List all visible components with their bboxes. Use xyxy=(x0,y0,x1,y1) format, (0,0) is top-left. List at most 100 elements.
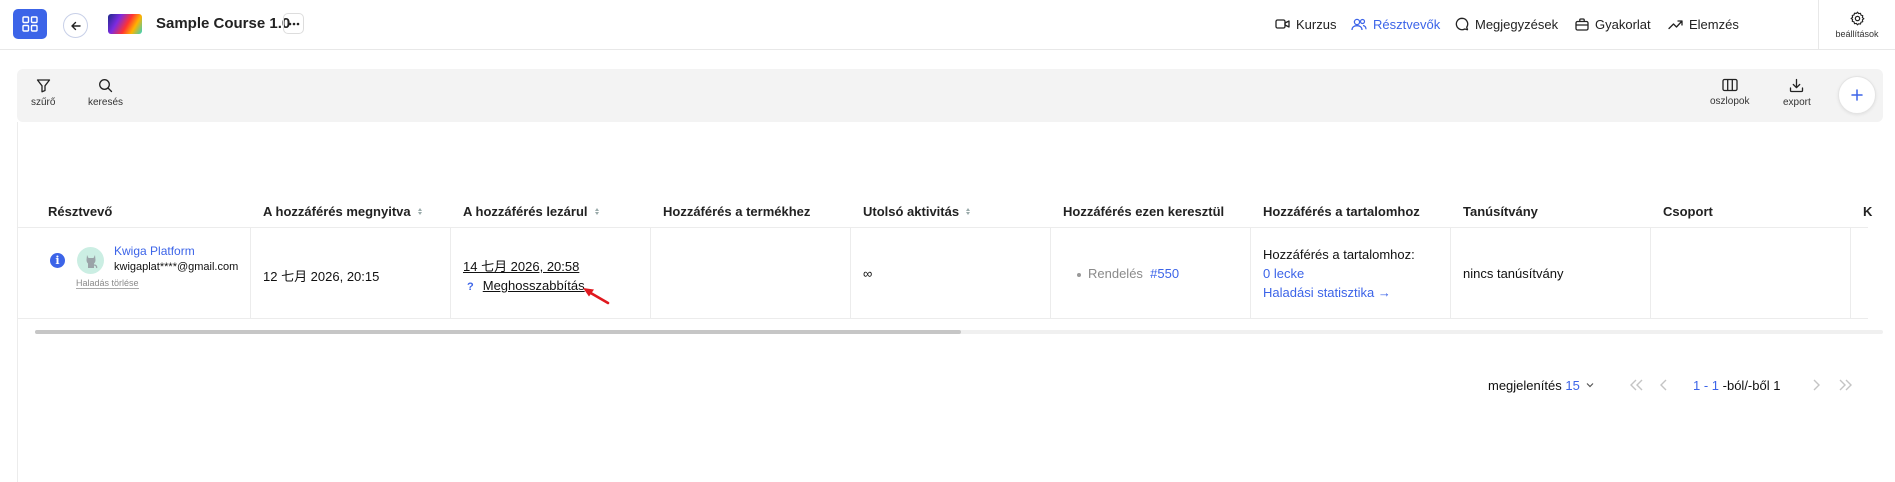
participants-panel: Résztvevő A hozzáférés megnyitva A hozzá… xyxy=(17,122,1895,482)
column-divider xyxy=(1850,228,1851,319)
column-divider xyxy=(850,228,851,319)
question-icon: ? xyxy=(467,281,474,293)
page-size-label: megjelenítés xyxy=(1488,377,1562,393)
column-divider xyxy=(1450,228,1451,319)
participant-name-link[interactable]: Kwiga Platform xyxy=(114,244,195,258)
content-access-heading: Hozzáférés a tartalomhoz: xyxy=(1263,247,1415,262)
course-thumbnail xyxy=(108,14,142,34)
col-opened[interactable]: A hozzáférés megnyitva xyxy=(263,194,422,228)
search-label: keresés xyxy=(88,97,124,108)
nav-elemzes[interactable]: Elemzés xyxy=(1668,0,1739,48)
access-closes-date[interactable]: 14 七月 2026, 20:58 xyxy=(463,256,579,275)
column-divider xyxy=(1050,228,1051,319)
col-group: Csoport xyxy=(1663,203,1713,219)
column-divider xyxy=(250,228,251,319)
column-divider xyxy=(650,228,651,319)
gear-icon xyxy=(1850,11,1864,25)
first-page-button[interactable] xyxy=(1628,375,1644,395)
col-product-access: Hozzáférés a termékhez xyxy=(663,203,811,219)
back-button[interactable] xyxy=(63,13,88,38)
table-header: Résztvevő A hozzáférés megnyitva A hozzá… xyxy=(18,194,1872,228)
col-last-activity[interactable]: Utolsó aktivitás xyxy=(863,194,971,228)
annotation-arrow-icon xyxy=(583,288,610,305)
filter-label: szűrő xyxy=(31,97,56,108)
nav-resztvevok[interactable]: Résztvevők xyxy=(1351,0,1440,48)
order-link[interactable]: #550 xyxy=(1150,266,1179,281)
nav-gyakorlat-label: Gyakorlat xyxy=(1595,16,1651,32)
grid-icon xyxy=(22,16,38,32)
col-truncated: K xyxy=(1863,203,1873,219)
access-opened-date: 12 七月 2026, 20:15 xyxy=(263,269,380,284)
settings-button[interactable]: beállítások xyxy=(1818,0,1895,49)
horizontal-scrollbar-thumb[interactable] xyxy=(35,330,961,334)
page-range: 1 - 1 -ból/-ből 1 xyxy=(1693,375,1780,395)
prev-page-button[interactable] xyxy=(1659,375,1669,395)
search-button[interactable]: keresés xyxy=(88,78,123,108)
filter-icon xyxy=(36,79,50,93)
video-icon xyxy=(1275,18,1290,30)
extend-access[interactable]: ? Meghosszabbítás xyxy=(467,278,585,293)
extend-link-label: Meghosszabbítás xyxy=(482,278,585,293)
reset-progress-link[interactable]: Haladás törlése xyxy=(76,278,139,289)
briefcase-icon xyxy=(1575,17,1589,31)
double-chevron-right-icon xyxy=(1839,379,1852,391)
info-icon[interactable]: i xyxy=(50,253,65,268)
column-divider xyxy=(1250,228,1251,319)
certificate-value: nincs tanúsítvány xyxy=(1463,266,1564,281)
export-label: export xyxy=(1783,97,1811,108)
nav-resztvevok-label: Résztvevők xyxy=(1373,16,1441,32)
download-icon xyxy=(1790,78,1804,93)
columns-label: oszlopok xyxy=(1710,96,1750,107)
users-icon xyxy=(1351,18,1367,31)
filter-button[interactable]: szűrő xyxy=(31,78,55,108)
nav-elemzes-label: Elemzés xyxy=(1689,16,1739,32)
search-icon xyxy=(99,79,113,93)
last-activity-value: ∞ xyxy=(863,266,873,281)
nav-kurzus[interactable]: Kurzus xyxy=(1275,0,1336,48)
participant-email: kwigaplat****@gmail.com xyxy=(114,261,239,273)
chevron-right-icon xyxy=(1813,379,1820,391)
columns-icon xyxy=(1722,78,1738,92)
column-divider xyxy=(1650,228,1651,319)
nav-megjegyzesek-label: Megjegyzések xyxy=(1475,16,1559,32)
sort-icon xyxy=(417,207,422,215)
add-participant-button[interactable] xyxy=(1838,76,1876,114)
cat-avatar-icon xyxy=(86,254,97,268)
page-size-value: 15 xyxy=(1565,377,1580,393)
progress-stats-link[interactable]: Haladási statisztika → xyxy=(1263,285,1391,300)
top-bar: Sample Course 1.0 Kurzus Résztvevők Megj… xyxy=(0,0,1895,50)
double-chevron-left-icon xyxy=(1630,379,1643,391)
nav-gyakorlat[interactable]: Gyakorlat xyxy=(1575,0,1651,48)
nav-megjegyzesek[interactable]: Megjegyzések xyxy=(1455,0,1558,48)
sort-icon xyxy=(594,207,599,215)
last-page-button[interactable] xyxy=(1838,375,1854,395)
chevron-down-icon xyxy=(1586,383,1594,388)
more-options-button[interactable] xyxy=(283,13,304,34)
next-page-button[interactable] xyxy=(1811,375,1821,395)
avatar xyxy=(77,247,104,274)
table-row: i Kwiga Platform kwigaplat****@gmail.com… xyxy=(18,228,1868,319)
nav-kurzus-label: Kurzus xyxy=(1296,16,1337,32)
apps-grid-button[interactable] xyxy=(13,9,47,39)
trend-up-icon xyxy=(1668,19,1683,30)
lessons-link[interactable]: 0 lecke xyxy=(1263,266,1304,281)
plus-icon xyxy=(1851,89,1863,101)
chevron-left-icon xyxy=(1660,379,1667,391)
table-toolbar xyxy=(17,69,1883,122)
col-access-via: Hozzáférés ezen keresztül xyxy=(1063,203,1225,219)
column-divider xyxy=(450,228,451,319)
col-content-access: Hozzáférés a tartalomhoz xyxy=(1263,203,1420,219)
arrow-left-icon xyxy=(70,21,81,30)
col-closes[interactable]: A hozzáférés lezárul xyxy=(463,194,599,228)
page-range-total: -ból/-ből 1 xyxy=(1722,377,1781,393)
col-certificate: Tanúsítvány xyxy=(1463,203,1538,219)
page-size-selector[interactable]: megjelenítés 15 xyxy=(1488,375,1594,395)
order-prefix: Rendelés xyxy=(1088,266,1143,281)
columns-button[interactable]: oszlopok xyxy=(1710,78,1749,107)
bullet-icon xyxy=(1077,272,1081,277)
export-button[interactable]: export xyxy=(1783,78,1811,108)
col-resztvevo: Résztvevő xyxy=(48,203,113,219)
access-via: Rendelés #550 xyxy=(1077,266,1179,281)
course-title: Sample Course 1.0 xyxy=(156,15,291,32)
page-range-value: 1 - 1 xyxy=(1693,377,1720,393)
